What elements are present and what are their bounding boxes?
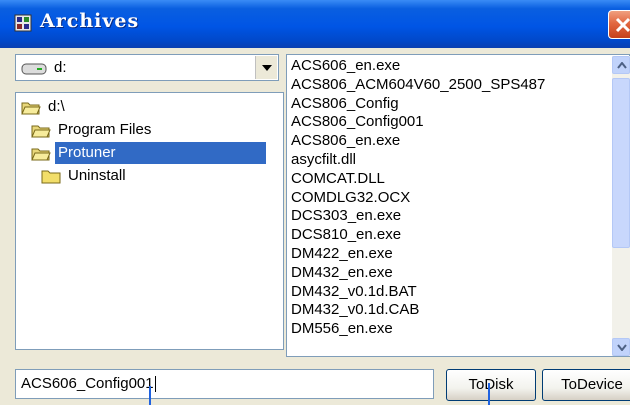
scroll-down-button[interactable] xyxy=(612,338,630,356)
drive-label: d: xyxy=(54,59,67,76)
open-folder-icon xyxy=(31,123,51,145)
filename-input[interactable]: ACS606_Config001 xyxy=(15,369,434,399)
tree-item-label: d:\ xyxy=(48,98,65,115)
file-item[interactable]: DCS303_en.exe xyxy=(291,207,545,226)
tree-item-label: Protuner xyxy=(55,142,266,164)
file-item[interactable]: DM432_v0.1d.BAT xyxy=(291,283,545,302)
scroll-up-button[interactable] xyxy=(612,56,630,74)
file-item[interactable]: ACS806_Config001 xyxy=(291,113,545,132)
text-caret xyxy=(154,376,156,393)
open-folder-icon xyxy=(31,146,51,168)
scrollbar-thumb[interactable] xyxy=(612,78,630,248)
file-item[interactable]: COMCAT.DLL xyxy=(291,170,545,189)
folder-icon xyxy=(41,169,61,191)
file-item[interactable]: DM556_en.exe xyxy=(291,320,545,339)
file-item[interactable]: asycfilt.dll xyxy=(291,151,545,170)
chevron-down-icon xyxy=(617,344,627,351)
filename-value: ACS606_Config001 xyxy=(21,375,154,392)
close-button[interactable] xyxy=(608,10,630,39)
drive-dropdown-button[interactable] xyxy=(255,56,277,79)
file-item[interactable]: ACS806_en.exe xyxy=(291,132,545,151)
directory-tree[interactable]: d:\ Program Files Protuner Uninstall xyxy=(15,92,284,350)
file-item[interactable]: DCS810_en.exe xyxy=(291,226,545,245)
title-bar[interactable]: Archives xyxy=(0,0,630,48)
app-icon xyxy=(14,14,32,32)
to-disk-button[interactable]: ToDisk xyxy=(446,369,536,401)
archives-window: Archives d: d:\ Program Files Protuner U… xyxy=(0,0,630,405)
tree-item-label: Program Files xyxy=(58,121,152,138)
file-item[interactable]: ACS806_ACM604V60_2500_SPS487 xyxy=(291,76,545,95)
drive-select[interactable]: d: xyxy=(15,54,279,81)
window-title: Archives xyxy=(40,10,140,32)
file-list[interactable]: ACS606_en.exe ACS806_ACM604V60_2500_SPS4… xyxy=(286,54,630,357)
file-item[interactable]: COMDLG32.OCX xyxy=(291,189,545,208)
close-icon xyxy=(615,17,630,33)
file-item[interactable]: ACS606_en.exe xyxy=(291,57,545,76)
file-list-scrollbar[interactable] xyxy=(612,56,630,356)
file-item[interactable]: DM422_en.exe xyxy=(291,245,545,264)
file-item[interactable]: DM432_en.exe xyxy=(291,264,545,283)
file-item[interactable]: ACS806_Config xyxy=(291,95,545,114)
guide-line xyxy=(488,383,490,405)
drive-icon xyxy=(21,62,47,80)
file-item[interactable]: DM432_v0.1d.CAB xyxy=(291,301,545,320)
guide-line xyxy=(149,386,151,405)
chevron-down-icon xyxy=(262,65,272,71)
file-items: ACS606_en.exe ACS806_ACM604V60_2500_SPS4… xyxy=(291,57,545,339)
tree-item-label: Uninstall xyxy=(68,167,126,184)
to-device-button[interactable]: ToDevice xyxy=(542,369,630,401)
chevron-up-icon xyxy=(617,62,627,69)
open-folder-icon xyxy=(21,100,41,122)
